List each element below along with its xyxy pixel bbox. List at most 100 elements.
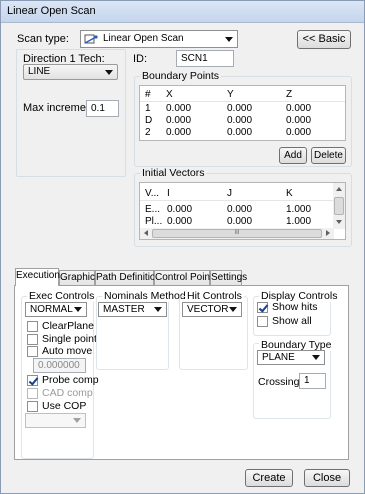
column-header: # [145, 89, 151, 100]
table-cell: 0.000 [166, 115, 192, 126]
boundary-type-select[interactable]: PLANE [257, 350, 325, 365]
close-button[interactable]: Close [304, 469, 350, 487]
table-cell: 0.000 [286, 115, 312, 126]
exec-mode-value: NORMAL [30, 304, 73, 315]
checkbox-box[interactable] [27, 321, 38, 332]
delete-point-button[interactable]: Delete [311, 147, 346, 164]
window-title: Linear Open Scan [7, 5, 96, 17]
checkbox-label: Show hits [272, 301, 318, 313]
table-cell: 0.000 [227, 216, 253, 227]
checkbox-label: Probe comp [42, 374, 99, 386]
table-cell: D [145, 115, 153, 126]
add-point-button[interactable]: Add [279, 147, 307, 164]
checkbox-box[interactable] [27, 334, 38, 345]
cop-select[interactable] [25, 413, 86, 428]
crossings-input[interactable]: 1 [299, 373, 326, 389]
initial-vectors-title: Initial Vectors [140, 167, 207, 179]
hit-controls-title: Hit Controls [185, 290, 244, 302]
exec-controls-title: Exec Controls [27, 290, 97, 302]
create-button[interactable]: Create [245, 469, 293, 487]
scan-type-value: Linear Open Scan [103, 33, 184, 44]
checkbox-box[interactable] [257, 316, 268, 327]
chevron-down-icon [105, 70, 113, 75]
table-row[interactable]: 1 0.000 0.000 0.000 [140, 103, 345, 115]
table-cell: 0.000 [286, 127, 312, 138]
checkbox-box[interactable] [27, 388, 38, 399]
table-cell: 0.000 [167, 216, 193, 227]
id-label: ID: [133, 53, 148, 65]
scroll-down-icon[interactable] [336, 220, 342, 224]
table-row[interactable]: Pl... 0.000 0.000 1.000 [140, 216, 334, 228]
initial-vectors-table[interactable]: V... I J K E... 0.000 0.000 1.000 Pl... … [139, 182, 346, 240]
tab-control-points[interactable]: Control Points [154, 270, 218, 285]
table-cell: 0.000 [286, 103, 312, 114]
chevron-down-icon [154, 307, 162, 312]
horizontal-scrollbar[interactable]: III [140, 228, 334, 239]
chevron-down-icon [74, 307, 82, 312]
column-header: V... [145, 188, 160, 199]
table-row[interactable]: 2 0.000 0.000 0.000 [140, 127, 345, 139]
chevron-down-icon [312, 355, 320, 360]
table-cell: 0.000 [227, 204, 253, 215]
chevron-down-icon [73, 418, 81, 423]
table-cell: 0.000 [166, 103, 192, 114]
table-cell: 0.000 [227, 115, 253, 126]
table-cell: 1 [145, 103, 151, 114]
table-cell: Pl... [145, 216, 163, 227]
checkbox-label: Show all [272, 315, 312, 327]
boundary-points-table[interactable]: # X Y Z 1 0.000 0.000 0.000 D 0.000 0.00… [139, 85, 346, 141]
checkbox-label: Auto move [42, 345, 93, 357]
scroll-thumb[interactable] [334, 197, 344, 215]
column-header: K [286, 188, 293, 199]
auto-move-distance-input[interactable]: 0.000000 [33, 358, 86, 373]
nominals-method-value: MASTER [103, 304, 145, 315]
checkbox-box[interactable] [27, 401, 38, 412]
column-header: I [167, 188, 170, 199]
tab-path-definition[interactable]: Path Definition [95, 270, 161, 285]
tab-settings[interactable]: Settings [210, 270, 247, 285]
scroll-thumb[interactable]: III [152, 229, 322, 238]
direction-select[interactable]: LINE [23, 64, 118, 80]
hit-controls-select[interactable]: VECTOR [182, 302, 242, 317]
checkbox-box-checked[interactable] [27, 375, 38, 386]
table-header: # X Y Z [140, 86, 345, 102]
basic-mode-button[interactable]: << Basic [297, 30, 351, 49]
column-header: Z [286, 89, 293, 100]
exec-mode-select[interactable]: NORMAL [25, 302, 87, 317]
table-header: V... I J K [140, 183, 333, 201]
table-cell: E... [145, 204, 161, 215]
direction-value: LINE [28, 66, 51, 77]
title-bar: Linear Open Scan [1, 1, 364, 23]
tab-execution[interactable]: Execution [15, 268, 60, 286]
table-cell: 0.000 [166, 127, 192, 138]
scan-type-label: Scan type: [17, 33, 69, 45]
nominals-method-title: Nominals Method [102, 290, 188, 302]
scroll-left-icon[interactable] [144, 230, 148, 236]
table-cell: 1.000 [286, 216, 312, 227]
table-row[interactable]: E... 0.000 0.000 1.000 [140, 204, 334, 216]
chevron-down-icon [229, 307, 237, 312]
column-header: X [166, 89, 173, 100]
checkbox-label: Single point [42, 333, 97, 345]
tab-graphics[interactable]: Graphics [59, 270, 100, 285]
checkbox-label: Use COP [42, 400, 87, 412]
id-input[interactable]: SCN1 [176, 50, 234, 67]
table-cell: 0.000 [227, 127, 253, 138]
table-cell: 1.000 [286, 204, 312, 215]
scroll-up-icon[interactable] [336, 187, 342, 191]
table-cell: 0.000 [227, 103, 253, 114]
linear-open-scan-dialog: Linear Open Scan Scan type: Linear Open … [0, 0, 365, 494]
chevron-down-icon [225, 37, 233, 42]
scan-type-select[interactable]: Linear Open Scan [80, 30, 238, 48]
checkbox-box[interactable] [27, 346, 38, 357]
vertical-scrollbar[interactable] [333, 183, 345, 229]
checkbox-box-checked[interactable] [257, 302, 268, 313]
column-header: J [227, 188, 232, 199]
table-row[interactable]: D 0.000 0.000 0.000 [140, 115, 345, 127]
scan-type-icon [84, 34, 98, 44]
checkbox-label: CAD comp [42, 387, 93, 399]
boundary-type-value: PLANE [262, 352, 295, 363]
scroll-right-icon[interactable] [326, 230, 330, 236]
nominals-method-select[interactable]: MASTER [98, 302, 167, 317]
max-increment-input[interactable]: 0.1 [86, 100, 119, 117]
